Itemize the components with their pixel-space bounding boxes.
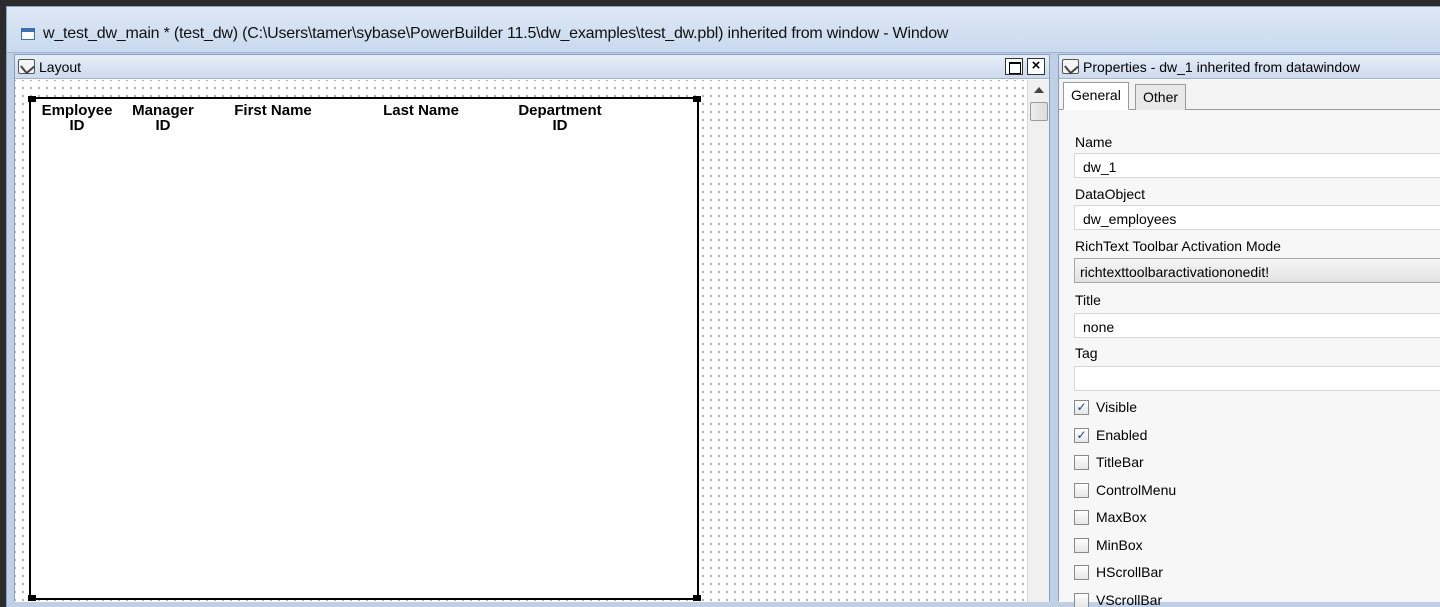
column-header-department-id[interactable]: Department ID — [505, 103, 615, 133]
richtext-activation-label: RichText Toolbar Activation Mode — [1075, 238, 1281, 254]
column-header-row: Employee ID Manager ID First Name Last N… — [31, 103, 697, 143]
design-canvas[interactable]: Employee ID Manager ID First Name Last N… — [15, 80, 1027, 602]
column-header-line: First Name — [234, 102, 312, 119]
tag-field[interactable] — [1074, 366, 1440, 391]
column-header-manager-id[interactable]: Manager ID — [125, 103, 201, 133]
window-icon — [21, 28, 35, 40]
pin-icon[interactable] — [18, 59, 35, 74]
enabled-label: Enabled — [1096, 427, 1148, 443]
titlebar-label: TitleBar — [1096, 454, 1144, 470]
properties-panel-header: Properties - dw_1 inherited from datawin… — [1059, 55, 1440, 79]
close-button[interactable]: × — [1027, 58, 1045, 75]
resize-handle-bottom-left[interactable] — [28, 595, 36, 601]
column-header-line: Employee — [41, 102, 113, 119]
layout-panel: Layout × Employee ID Manager ID First Na… — [14, 54, 1050, 602]
visible-label: Visible — [1096, 399, 1137, 415]
tab-other[interactable]: Other — [1135, 84, 1187, 110]
visible-checkbox[interactable]: ✓ — [1074, 400, 1089, 415]
column-header-line: Manager — [132, 102, 194, 119]
window-title: w_test_dw_main * (test_dw) (C:\Users\tam… — [43, 25, 949, 42]
maxbox-checkbox[interactable] — [1074, 510, 1089, 525]
scroll-up-arrow-icon[interactable] — [1034, 87, 1044, 93]
hscrollbar-label: HScrollBar — [1096, 564, 1163, 580]
column-header-line: Last Name — [383, 102, 459, 119]
dataobject-label: DataObject — [1075, 186, 1146, 202]
tab-general[interactable]: General — [1063, 82, 1129, 110]
properties-panel-title: Properties - dw_1 inherited from datawin… — [1083, 59, 1361, 75]
minbox-label: MinBox — [1096, 537, 1143, 553]
controlmenu-checkbox[interactable] — [1074, 483, 1089, 498]
column-header-line: Department — [518, 102, 602, 119]
column-header-line: ID — [155, 117, 171, 134]
properties-body: Name dw_1 DataObject dw_employees RichTe… — [1059, 110, 1440, 607]
resize-handle-bottom-right[interactable] — [693, 595, 701, 601]
column-header-last-name[interactable]: Last Name — [371, 103, 471, 118]
minbox-checkbox[interactable] — [1074, 538, 1089, 553]
layout-panel-header: Layout × — [15, 55, 1049, 79]
name-label: Name — [1075, 134, 1113, 150]
column-header-first-name[interactable]: First Name — [223, 103, 323, 118]
column-header-employee-id[interactable]: Employee ID — [37, 103, 117, 133]
datawindow-control[interactable]: Employee ID Manager ID First Name Last N… — [28, 96, 701, 601]
resize-handle-top-left[interactable] — [28, 96, 36, 102]
maximize-button[interactable] — [1005, 58, 1023, 75]
hscrollbar-checkbox[interactable] — [1074, 565, 1089, 580]
resize-handle-top-right[interactable] — [693, 96, 701, 102]
vscrollbar-checkbox[interactable] — [1074, 593, 1089, 607]
controlmenu-label: ControlMenu — [1096, 482, 1177, 498]
column-header-line: ID — [552, 117, 568, 134]
richtext-activation-select[interactable]: richtexttoolbaractivationonedit! — [1074, 258, 1440, 283]
tag-label: Tag — [1075, 345, 1098, 361]
layout-panel-title: Layout — [39, 59, 82, 75]
enabled-checkbox[interactable]: ✓ — [1074, 428, 1089, 443]
vertical-scrollbar[interactable] — [1027, 80, 1049, 602]
scroll-thumb[interactable] — [1030, 102, 1048, 121]
column-header-line: ID — [69, 117, 85, 134]
properties-panel: Properties - dw_1 inherited from datawin… — [1058, 54, 1440, 607]
name-field[interactable]: dw_1 — [1074, 153, 1440, 178]
titlebar-checkbox[interactable] — [1074, 455, 1089, 470]
title-label: Title — [1075, 292, 1101, 308]
title-field[interactable]: none — [1074, 313, 1440, 338]
maxbox-label: MaxBox — [1096, 509, 1147, 525]
dataobject-field[interactable]: dw_employees — [1074, 205, 1440, 230]
properties-tabs: General Other — [1059, 80, 1440, 110]
vscrollbar-label: VScrollBar — [1096, 592, 1163, 607]
window-title-bar: w_test_dw_main * (test_dw) (C:\Users\tam… — [7, 7, 1440, 53]
pin-icon[interactable] — [1062, 59, 1079, 74]
